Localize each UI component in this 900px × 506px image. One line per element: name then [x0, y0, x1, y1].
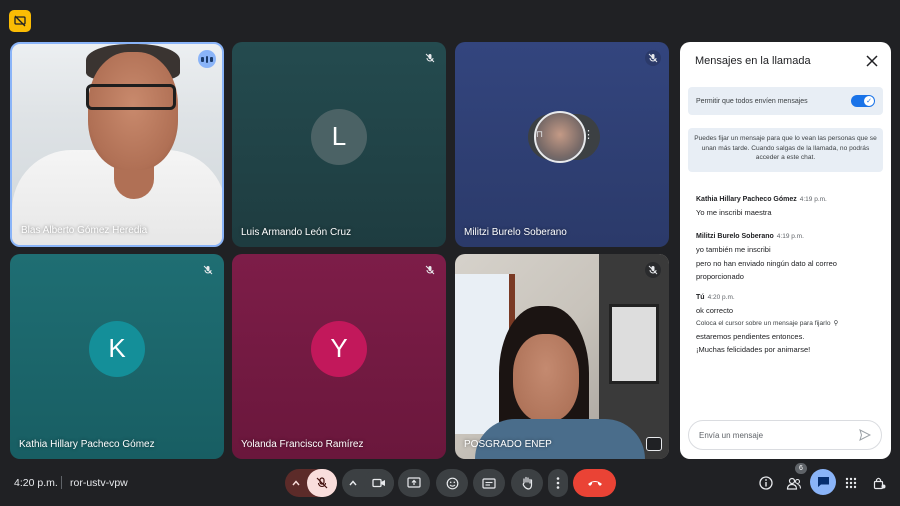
- message-group: Militzi Burelo Soberano 4:19 p.m. yo tamb…: [696, 225, 881, 284]
- meeting-details-button[interactable]: [755, 472, 777, 494]
- participant-name: Kathia Hillary Pacheco Gómez: [19, 439, 155, 450]
- captions-button[interactable]: [473, 469, 505, 497]
- mic-off-icon: [200, 262, 216, 278]
- host-controls-button[interactable]: [868, 472, 890, 494]
- speaking-indicator-icon: [198, 50, 216, 68]
- message-sender: Tú: [696, 294, 705, 301]
- reactions-button[interactable]: [436, 469, 468, 497]
- participant-name: Yolanda Francisco Ramírez: [241, 439, 364, 450]
- info-icon: [759, 476, 773, 490]
- present-screen-icon: [407, 477, 421, 488]
- present-button[interactable]: [398, 469, 430, 497]
- apps-grid-icon: [845, 477, 857, 489]
- participant-tile-posgrado[interactable]: POSGRADO ENEP: [455, 254, 669, 459]
- pin-info-notice: Puedes fijar un mensaje para que lo vean…: [688, 128, 883, 172]
- close-icon[interactable]: [865, 54, 879, 68]
- avatar: Y: [311, 320, 367, 377]
- camera-toggle-button[interactable]: [364, 469, 394, 497]
- more-options-button[interactable]: [548, 469, 568, 497]
- participant-tile-luis[interactable]: L Luis Armando León Cruz: [232, 42, 446, 247]
- participant-hover-controls[interactable]: ⊓ ⋮: [528, 111, 600, 163]
- avatar: L: [311, 108, 367, 165]
- camera-control: [342, 469, 394, 497]
- meeting-clock: 4:20 p.m.: [14, 477, 58, 489]
- people-icon: [786, 477, 802, 490]
- mic-off-icon: [645, 262, 661, 278]
- message-time: 4:19 p.m.: [776, 233, 804, 240]
- allow-messages-setting: Permitir que todos envíen mensajes ✓: [688, 87, 883, 115]
- message-text: estaremos pendientes entonces.: [696, 331, 805, 341]
- participant-tile-yolanda[interactable]: Y Yolanda Francisco Ramírez: [232, 254, 446, 459]
- message-sender: Kathia Hillary Pacheco Gómez: [696, 196, 797, 203]
- camera-icon: [372, 478, 385, 488]
- pin-hint: Coloca el cursor sobre un mensaje para f…: [696, 318, 881, 330]
- allow-messages-toggle[interactable]: ✓: [851, 95, 875, 107]
- mic-off-icon: [316, 477, 328, 489]
- emoji-icon: [446, 477, 458, 489]
- divider: [61, 476, 62, 489]
- mic-off-icon: [422, 262, 438, 278]
- lock-person-icon: [873, 477, 885, 490]
- message-input[interactable]: [699, 430, 859, 440]
- message-group: Tú 4:20 p.m. ok correcto Coloca el cursor…: [696, 286, 881, 357]
- pin-icon[interactable]: ⚲: [834, 318, 839, 330]
- presentation-status-badge[interactable]: [9, 10, 31, 32]
- send-icon[interactable]: [859, 429, 871, 441]
- captions-icon: [482, 477, 496, 489]
- mic-off-icon: [645, 50, 661, 66]
- participant-name: Militzi Burelo Soberano: [464, 227, 567, 238]
- participant-tile-kathia[interactable]: K Kathia Hillary Pacheco Gómez: [10, 254, 224, 459]
- avatar: K: [89, 320, 145, 377]
- microphone-control: [285, 469, 337, 497]
- participant-tile-blas[interactable]: Blas Alberto Gómez Heredia: [10, 42, 224, 247]
- activities-button[interactable]: [840, 472, 862, 494]
- message-text: pero no han enviado ningún dato al corre…: [696, 258, 837, 282]
- picture-in-picture-icon[interactable]: [646, 437, 662, 451]
- mic-off-icon: [422, 50, 438, 66]
- message-text[interactable]: ok correcto: [696, 304, 881, 318]
- message-time: 4:20 p.m.: [707, 294, 735, 301]
- mic-toggle-button[interactable]: [307, 469, 337, 497]
- people-button[interactable]: [783, 472, 805, 494]
- allow-messages-label: Permitir que todos envíen mensajes: [696, 97, 808, 105]
- participant-name: POSGRADO ENEP: [464, 439, 552, 450]
- chevron-up-icon: [292, 480, 300, 486]
- participant-name: Luis Armando León Cruz: [241, 227, 352, 238]
- message-time: 4:19 p.m.: [799, 196, 827, 203]
- phone-hangup-icon: [587, 481, 602, 486]
- message-text: Yo me inscribi maestra: [696, 208, 772, 217]
- raise-hand-button[interactable]: [511, 469, 543, 497]
- hand-icon: [522, 476, 533, 490]
- chat-panel: Mensajes en la llamada Permitir que todo…: [680, 42, 891, 459]
- chat-icon: [817, 477, 829, 487]
- meeting-code[interactable]: ror-ustv-vpw: [70, 477, 128, 489]
- message-sender: Militzi Burelo Soberano: [696, 233, 774, 240]
- check-icon: ✓: [864, 96, 874, 106]
- video-options-button[interactable]: [342, 469, 364, 497]
- screen-share-off-icon: [14, 15, 26, 27]
- participant-name: Blas Alberto Gómez Heredia: [21, 225, 148, 236]
- more-options-icon[interactable]: ⋮: [583, 128, 594, 141]
- pin-icon[interactable]: ⊓: [536, 129, 543, 140]
- chat-input-container: [688, 420, 882, 450]
- people-count-badge: 6: [795, 463, 807, 474]
- end-call-button[interactable]: [573, 469, 616, 497]
- chat-button[interactable]: [810, 469, 836, 495]
- more-vert-icon: [556, 477, 560, 489]
- audio-options-button[interactable]: [285, 469, 307, 497]
- message-text: yo también me inscribi: [696, 245, 771, 254]
- chat-title: Mensajes en la llamada: [695, 55, 811, 67]
- message-group: Kathia Hillary Pacheco Gómez 4:19 p.m. Yo…: [696, 188, 881, 220]
- chevron-up-icon: [349, 480, 357, 486]
- participant-tile-militzi[interactable]: ⊓ ⋮ Militzi Burelo Soberano: [455, 42, 669, 247]
- message-text: ¡Muchas felicidades por animarse!: [696, 345, 811, 354]
